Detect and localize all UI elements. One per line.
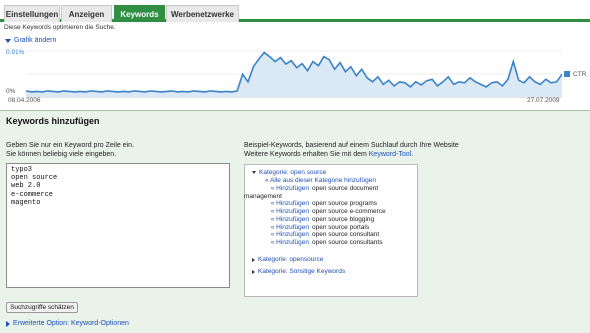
more-keywords-suffix: . bbox=[411, 151, 414, 158]
estimate-traffic-button[interactable]: Suchzugriffe schätzen bbox=[6, 302, 78, 313]
suggestion-keyword: open source programs bbox=[312, 200, 378, 208]
category-open-source[interactable]: Kategorie: open source bbox=[252, 169, 326, 176]
add-suggestion-link[interactable]: « Hinzufügen bbox=[255, 216, 309, 224]
advanced-options-toggle[interactable]: Erweiterte Option: Keyword-Optionen bbox=[6, 320, 129, 327]
suggestion-row: « Hinzufügen open source consultants bbox=[255, 239, 386, 247]
suggestion-row: « Hinzufügen open source programs bbox=[255, 200, 386, 208]
suggestion-row: « Hinzufügen open source consultant bbox=[255, 231, 386, 239]
suggestion-keyword: open source consultant bbox=[312, 231, 380, 239]
category-open-source-label[interactable]: Kategorie: open source bbox=[259, 169, 326, 176]
x-end-label: 27.07.2009 bbox=[527, 97, 560, 104]
instruction-line-1: Geben Sie nur ein Keyword pro Zeile ein. bbox=[6, 142, 135, 149]
tab-einstellungen[interactable]: Einstellungen bbox=[4, 5, 60, 22]
ctr-legend-swatch bbox=[564, 71, 570, 77]
category-other-label[interactable]: Kategorie: Sonstige Keywords bbox=[258, 268, 345, 275]
keyword-tool-link[interactable]: Keyword-Tool bbox=[369, 151, 411, 158]
triangle-down-icon bbox=[5, 38, 11, 43]
tab-werbenetzwerke[interactable]: Werbenetzwerke bbox=[166, 5, 239, 22]
add-suggestion-link[interactable]: « Hinzufügen bbox=[255, 224, 309, 232]
tab-bar: Einstellungen Anzeigen Keywords Werbenet… bbox=[0, 0, 590, 22]
suggestion-list: « Hinzufügen open source document manage… bbox=[244, 185, 386, 247]
category-other[interactable]: Kategorie: Sonstige Keywords bbox=[252, 268, 345, 275]
suggestion-keyword: open source e-commerce bbox=[312, 208, 386, 216]
add-suggestion-link[interactable]: « Hinzufügen bbox=[255, 231, 309, 239]
examples-intro: Beispiel-Keywords, basierend auf einem S… bbox=[244, 141, 459, 159]
y-bottom-label: 0% bbox=[6, 88, 16, 95]
more-keywords-prefix: Weitere Keywords erhalten Sie mit dem bbox=[244, 151, 367, 158]
triangle-right-icon bbox=[252, 257, 255, 262]
ctr-legend-label: CTR bbox=[573, 71, 587, 78]
ctr-line-chart bbox=[26, 50, 562, 98]
add-all-link[interactable]: « Alle aus dieser Kategorie hinzufügen bbox=[265, 177, 376, 184]
category-opensource-label[interactable]: Kategorie: opensource bbox=[258, 256, 323, 263]
tab-anzeigen[interactable]: Anzeigen bbox=[61, 5, 112, 22]
y-top-label: 0.91% bbox=[6, 49, 25, 56]
suggestion-row: « Hinzufügen open source document bbox=[255, 185, 386, 193]
keywords-textarea[interactable]: typo3 open source web 2.0 e-commerce mag… bbox=[6, 163, 230, 288]
triangle-right-icon bbox=[252, 269, 255, 274]
suggestion-row: « Hinzufügen open source blogging bbox=[255, 216, 386, 224]
tab-keywords[interactable]: Keywords bbox=[114, 5, 165, 22]
x-start-label: 08.04.2006 bbox=[8, 97, 41, 104]
examples-intro-line: Beispiel-Keywords, basierend auf einem S… bbox=[244, 142, 459, 149]
suggestion-keyword: open source blogging bbox=[312, 215, 375, 223]
suggestion-row: « Hinzufügen open source e-commerce bbox=[255, 208, 386, 216]
optimize-note: Diese Keywords optimieren die Suche. bbox=[4, 24, 116, 31]
triangle-right-icon bbox=[6, 320, 10, 327]
instruction-line-2: Sie können beliebig viele eingeben. bbox=[6, 151, 117, 158]
add-suggestion-link[interactable]: « Hinzufügen bbox=[255, 200, 309, 208]
suggestion-row: « Hinzufügen open source portals bbox=[255, 224, 386, 232]
suggestion-keyword: open source consultants bbox=[312, 238, 383, 246]
category-opensource[interactable]: Kategorie: opensource bbox=[252, 256, 323, 263]
chart-toggle-label[interactable]: Grafik ändern bbox=[14, 37, 56, 44]
suggestion-keyword: open source document bbox=[312, 185, 379, 192]
triangle-down-icon bbox=[252, 171, 256, 174]
suggestion-keyword-cont: management bbox=[244, 192, 282, 200]
add-suggestion-link[interactable]: « Hinzufügen bbox=[255, 185, 309, 193]
add-suggestion-link[interactable]: « Hinzufügen bbox=[255, 208, 309, 216]
instructions: Geben Sie nur ein Keyword pro Zeile ein.… bbox=[6, 141, 134, 159]
section-title: Keywords hinzufügen bbox=[6, 116, 100, 126]
advanced-options-label[interactable]: Erweiterte Option: Keyword-Optionen bbox=[13, 320, 129, 327]
chart-toggle[interactable]: Grafik ändern bbox=[5, 37, 56, 44]
more-keywords-line: Weitere Keywords erhalten Sie mit dem Ke… bbox=[244, 150, 459, 159]
suggestion-keyword: open source portals bbox=[312, 223, 370, 231]
add-suggestion-link[interactable]: « Hinzufügen bbox=[255, 239, 309, 247]
